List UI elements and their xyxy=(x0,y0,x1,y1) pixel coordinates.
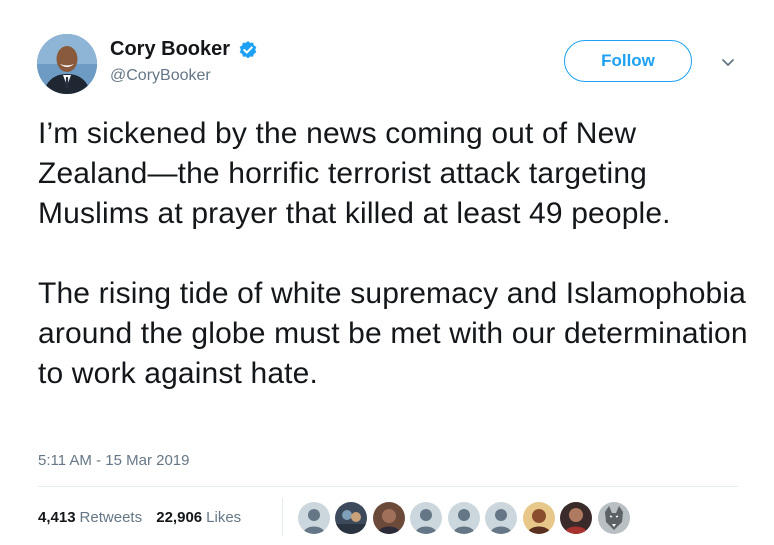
stats-separator xyxy=(282,498,283,536)
liker-avatar[interactable] xyxy=(410,502,443,534)
retweets-count: 4,413 xyxy=(38,509,76,526)
author-name-block: Cory Booker @CoryBooker xyxy=(110,38,258,85)
tweet-timestamp[interactable]: 5:11 AM - 15 Mar 2019 xyxy=(38,452,189,469)
likes-count: 22,906 xyxy=(156,509,203,526)
chevron-down-icon[interactable] xyxy=(720,54,736,70)
liker-avatar[interactable] xyxy=(522,502,555,534)
follow-button[interactable]: Follow xyxy=(564,40,692,82)
liker-avatar[interactable] xyxy=(298,502,330,534)
tweet-text: I’m sickened by the news coming out of N… xyxy=(38,114,750,394)
verified-badge-icon xyxy=(238,40,258,60)
author-display-name[interactable]: Cory Booker xyxy=(110,38,230,61)
divider xyxy=(38,486,738,487)
retweets-stat[interactable]: 4,413 Retweets xyxy=(38,509,142,526)
liker-avatar[interactable] xyxy=(597,502,630,534)
liker-avatar[interactable] xyxy=(560,502,593,534)
liker-avatars xyxy=(298,502,631,534)
author-avatar[interactable] xyxy=(37,34,97,94)
author-handle[interactable]: @CoryBooker xyxy=(110,67,258,85)
liker-avatar[interactable] xyxy=(485,502,518,534)
likes-label: Likes xyxy=(206,509,242,526)
likes-stat[interactable]: 22,906 Likes xyxy=(156,509,241,526)
tweet-stats: 4,413 Retweets 22,906 Likes xyxy=(38,509,241,526)
retweets-label: Retweets xyxy=(79,509,143,526)
liker-avatar[interactable] xyxy=(447,502,480,534)
tweet-paragraph-1: I’m sickened by the news coming out of N… xyxy=(38,117,671,230)
tweet-paragraph-2: The rising tide of white supremacy and I… xyxy=(38,277,748,390)
liker-avatar[interactable] xyxy=(372,502,405,534)
liker-avatar[interactable] xyxy=(335,502,368,534)
tweet-header: Cory Booker @CoryBooker Follow xyxy=(37,34,742,98)
